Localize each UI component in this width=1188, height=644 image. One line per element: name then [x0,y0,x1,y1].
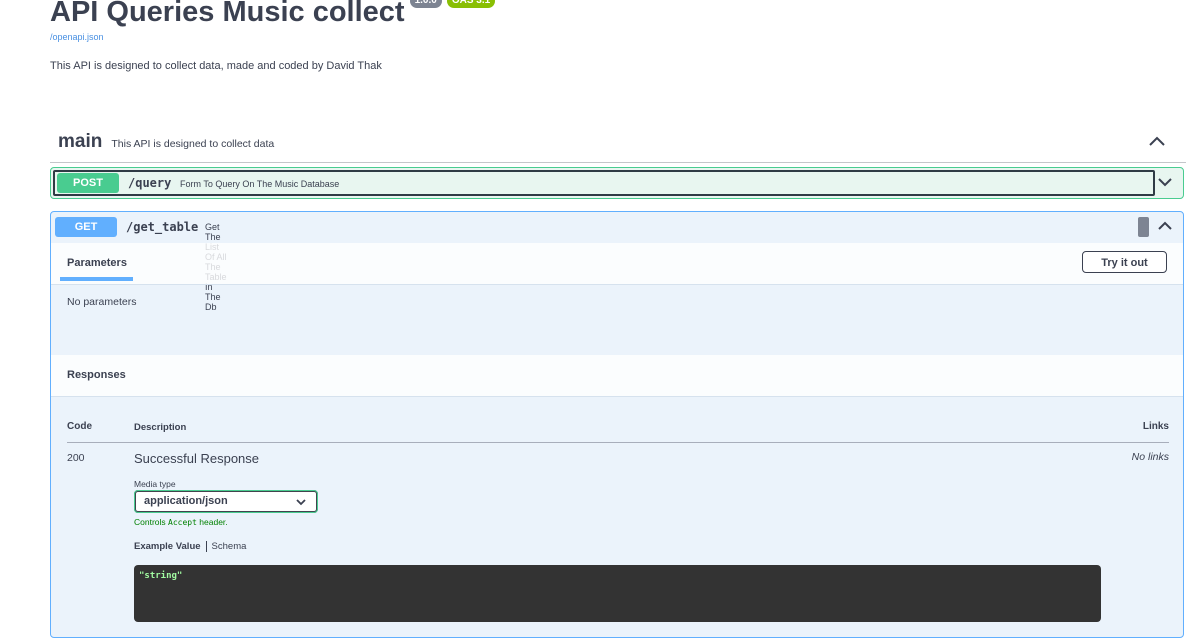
oas-badge: OAS 3.1 [446,0,496,8]
method-badge-post: POST [57,173,119,193]
controls-suffix: header. [196,517,228,527]
version-badge: 1.0.0 [409,0,442,8]
media-type-label: Media type [134,479,176,489]
tag-description: This API is designed to collect data [111,137,275,150]
method-badge-get: GET [55,217,117,237]
responses-section-header: Responses [51,355,1183,397]
operation-path: /query [128,176,172,190]
api-title-row: API Queries Music collect 1.0.0 OAS 3.1 [50,0,496,32]
tab-example-value[interactable]: Example Value [134,541,201,552]
operation-path: /get_table [126,220,199,234]
operation-summary[interactable]: POST /query Form To Query On The Music D… [53,170,1155,196]
parameters-section-header: Parameters Try it out [51,243,1183,285]
response-code: 200 [67,452,85,464]
operation-post-query[interactable]: POST /query Form To Query On The Music D… [50,167,1184,199]
tab-parameters[interactable]: Parameters [67,257,127,269]
tab-schema[interactable]: Schema [212,541,247,552]
tag-name: main [58,131,103,152]
response-links: No links [1131,451,1169,463]
column-code: Code [67,421,92,432]
api-title: API Queries Music collect [50,0,405,28]
chevron-up-icon[interactable] [1148,134,1166,148]
column-links: Links [1142,421,1169,432]
tab-active-indicator [60,277,133,281]
try-it-out-button[interactable]: Try it out [1082,251,1167,273]
copy-icon[interactable] [1138,217,1149,237]
responses-title: Responses [67,369,126,381]
api-description: This API is designed to collect data, ma… [50,60,382,72]
tag-main-header[interactable]: main This API is designed to collect dat… [50,122,1186,163]
controls-prefix: Controls [134,517,169,527]
table-header-divider [67,442,1169,443]
example-tabs: Example Value Schema [134,541,246,552]
example-code: "string" [139,571,183,581]
operation-get-table: GET /get_table Get The List Of All The T… [50,211,1184,638]
media-type-select-outline [134,490,318,513]
response-description: Successful Response [134,451,260,466]
chevron-up-icon[interactable] [1157,219,1173,233]
column-description: Description [134,422,187,433]
openapi-json-link[interactable]: /openapi.json [50,32,104,42]
operation-summary-text: Form To Query On The Music Database [180,179,340,189]
tab-separator [205,541,207,552]
controls-code: Accept [168,518,197,527]
controls-accept-note: Controls Accept header. [134,517,228,527]
example-code-block: "string" [134,565,1101,622]
no-parameters-text: No parameters [67,296,137,308]
chevron-down-icon[interactable] [1157,175,1173,189]
